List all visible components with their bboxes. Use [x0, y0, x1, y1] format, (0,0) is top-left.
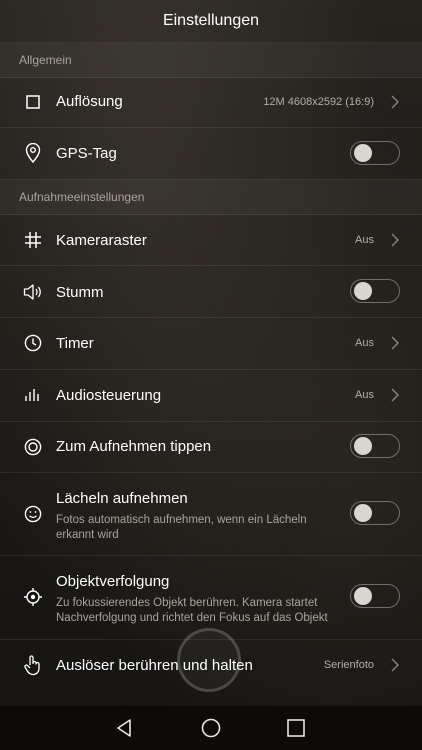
chevron-right-icon	[391, 658, 399, 672]
section-general: Allgemein	[0, 43, 422, 78]
title-bar: Einstellungen	[0, 0, 422, 43]
setting-resolution-label: Auflösung	[56, 93, 123, 110]
setting-gps-tag: GPS-Tag	[0, 128, 422, 180]
setting-touch-hold-shutter-value: Serienfoto	[323, 659, 374, 671]
setting-mute: Stumm	[0, 266, 422, 318]
setting-tap-to-capture: Zum Aufnehmen tippen	[0, 422, 422, 473]
smiley-icon	[22, 503, 44, 525]
mute-toggle[interactable]	[350, 279, 400, 303]
setting-camera-grid-value: Aus	[355, 234, 374, 246]
chevron-right-icon	[391, 95, 399, 109]
setting-gps-tag-label: GPS-Tag	[56, 145, 117, 162]
toggle-knob	[354, 504, 372, 522]
back-icon[interactable]	[114, 717, 136, 739]
audio-bars-icon	[22, 384, 44, 406]
toggle-knob	[354, 282, 372, 300]
grid-icon	[22, 229, 44, 251]
tap-to-capture-toggle[interactable]	[350, 434, 400, 458]
setting-audio-control[interactable]: Audiosteuerung Aus	[0, 370, 422, 422]
setting-smile-capture: Lächeln aufnehmen Fotos automatisch aufn…	[0, 473, 422, 556]
section-capture-label: Aufnahmeeinstellungen	[19, 190, 145, 204]
setting-timer[interactable]: Timer Aus	[0, 318, 422, 370]
page-title: Einstellungen	[162, 12, 260, 29]
chevron-right-icon	[391, 233, 399, 247]
chevron-right-icon	[391, 388, 399, 402]
system-navigation-bar	[0, 706, 422, 750]
gps-tag-toggle[interactable]	[350, 141, 400, 165]
setting-touch-hold-shutter[interactable]: Auslöser berühren und halten Serienfoto	[0, 640, 422, 691]
setting-mute-label: Stumm	[56, 284, 104, 301]
setting-audio-control-value: Aus	[355, 389, 374, 401]
smile-capture-toggle[interactable]	[350, 501, 400, 525]
setting-resolution[interactable]: Auflösung 12M 4608x2592 (16:9)	[0, 77, 422, 128]
setting-smile-capture-description: Fotos automatisch aufnehmen, wenn ein Lä…	[56, 514, 307, 541]
section-capture: Aufnahmeeinstellungen	[0, 180, 422, 215]
toggle-knob	[354, 437, 372, 455]
recents-icon[interactable]	[285, 717, 307, 739]
setting-timer-value: Aus	[355, 337, 374, 349]
home-icon[interactable]	[200, 717, 222, 739]
crosshair-icon	[22, 586, 44, 608]
setting-smile-capture-label: Lächeln aufnehmen	[56, 490, 188, 507]
clock-icon	[22, 332, 44, 354]
setting-tap-to-capture-label: Zum Aufnehmen tippen	[56, 438, 212, 455]
setting-resolution-value: 12M 4608x2592 (16:9)	[263, 96, 374, 108]
chevron-right-icon	[391, 336, 399, 350]
setting-touch-hold-shutter-label: Auslöser berühren und halten	[56, 657, 253, 674]
setting-object-tracking-label: Objektverfolgung	[56, 573, 170, 590]
object-tracking-toggle[interactable]	[350, 584, 400, 608]
setting-camera-grid[interactable]: Kameraraster Aus	[0, 214, 422, 266]
section-general-label: Allgemein	[19, 53, 72, 67]
square-icon	[22, 91, 44, 113]
setting-timer-label: Timer	[56, 335, 94, 352]
target-circle-icon	[22, 436, 44, 458]
setting-camera-grid-label: Kameraraster	[56, 232, 147, 249]
toggle-knob	[354, 144, 372, 162]
location-pin-icon	[22, 142, 44, 164]
hand-touch-icon	[22, 654, 44, 676]
toggle-knob	[354, 587, 372, 605]
setting-object-tracking-description: Zu fokussierendes Objekt berühren. Kamer…	[56, 597, 328, 624]
speaker-icon	[22, 281, 44, 303]
setting-audio-control-label: Audiosteuerung	[56, 387, 162, 404]
